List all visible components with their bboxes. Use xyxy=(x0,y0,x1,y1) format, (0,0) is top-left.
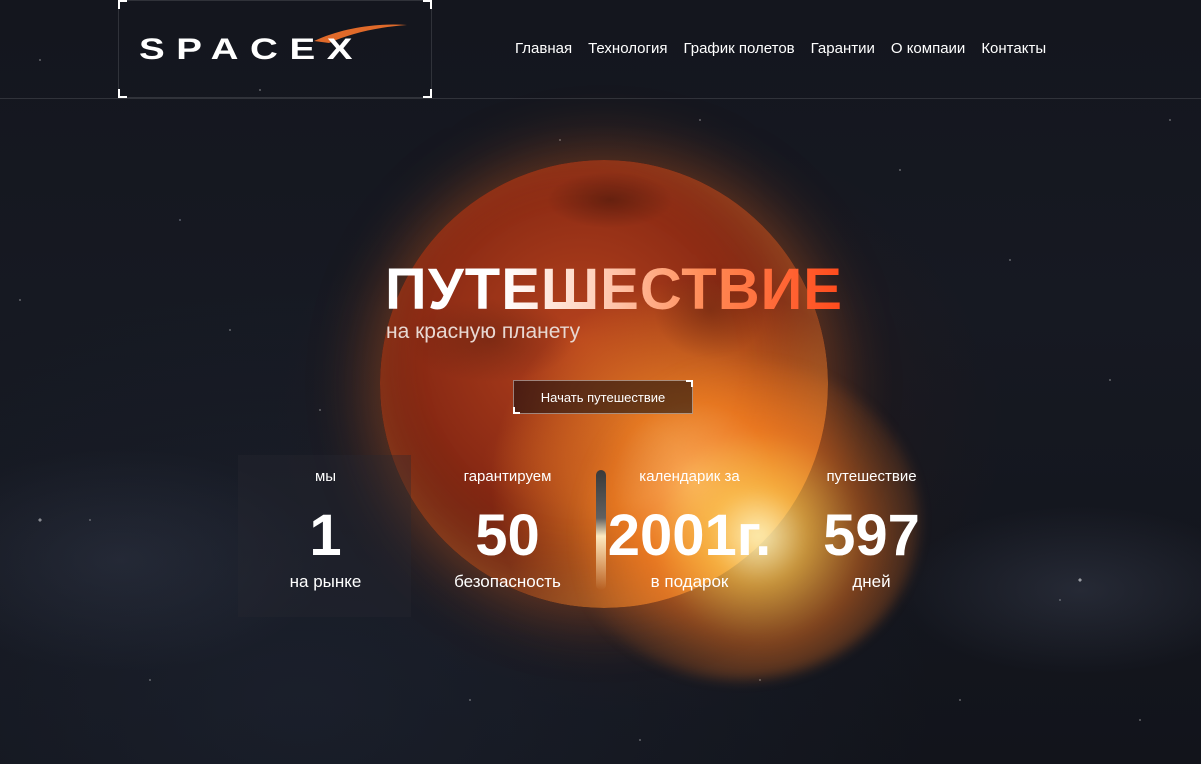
stat-market: мы 1 на рынке xyxy=(238,455,413,617)
logo-text: SPACEX xyxy=(139,33,364,66)
stat-label: календарик за xyxy=(639,468,740,485)
stat-caption: дней xyxy=(852,572,891,591)
logo-link[interactable]: SPACEX xyxy=(118,0,432,98)
nav-link-technology[interactable]: Технология xyxy=(588,40,667,57)
start-journey-label: Начать путешествие xyxy=(540,389,666,405)
stat-label: гарантируем xyxy=(463,468,552,485)
nav-link-guarantees[interactable]: Гарантии xyxy=(811,40,875,57)
corner-decoration xyxy=(423,89,432,98)
corner-decoration xyxy=(686,380,693,387)
hero-title: ПУТЕШЕСТВИЕ xyxy=(385,257,843,322)
site-header: SPACEX Главная Технология График полетов… xyxy=(0,0,1201,99)
stat-label: мы xyxy=(314,468,337,485)
page: SPACEX Главная Технология График полетов… xyxy=(0,0,1201,764)
stat-label: путешествие xyxy=(826,468,917,485)
spacex-logo: SPACEX xyxy=(139,24,407,66)
corner-decoration xyxy=(513,407,520,414)
nav-link-flight-schedule[interactable]: График полетов xyxy=(683,40,794,57)
corner-decoration xyxy=(118,0,127,9)
stat-safety: гарантируем 50 безопасность xyxy=(420,455,595,617)
main-nav: Главная Технология График полетов Гарант… xyxy=(515,40,1046,57)
corner-decoration xyxy=(118,89,127,98)
start-journey-button[interactable]: Начать путешествие xyxy=(513,380,693,414)
stat-journey: путешествие 597 дней xyxy=(784,455,959,617)
nav-link-home[interactable]: Главная xyxy=(515,40,572,57)
nav-link-about[interactable]: О компаии xyxy=(891,40,965,57)
corner-decoration xyxy=(423,0,432,9)
hero-subtitle: на красную планету xyxy=(386,320,581,343)
stat-value: 597 xyxy=(823,503,920,568)
stat-calendar: календарик за 2001г. в подарок xyxy=(602,455,777,617)
nav-link-contacts[interactable]: Контакты xyxy=(981,40,1046,57)
